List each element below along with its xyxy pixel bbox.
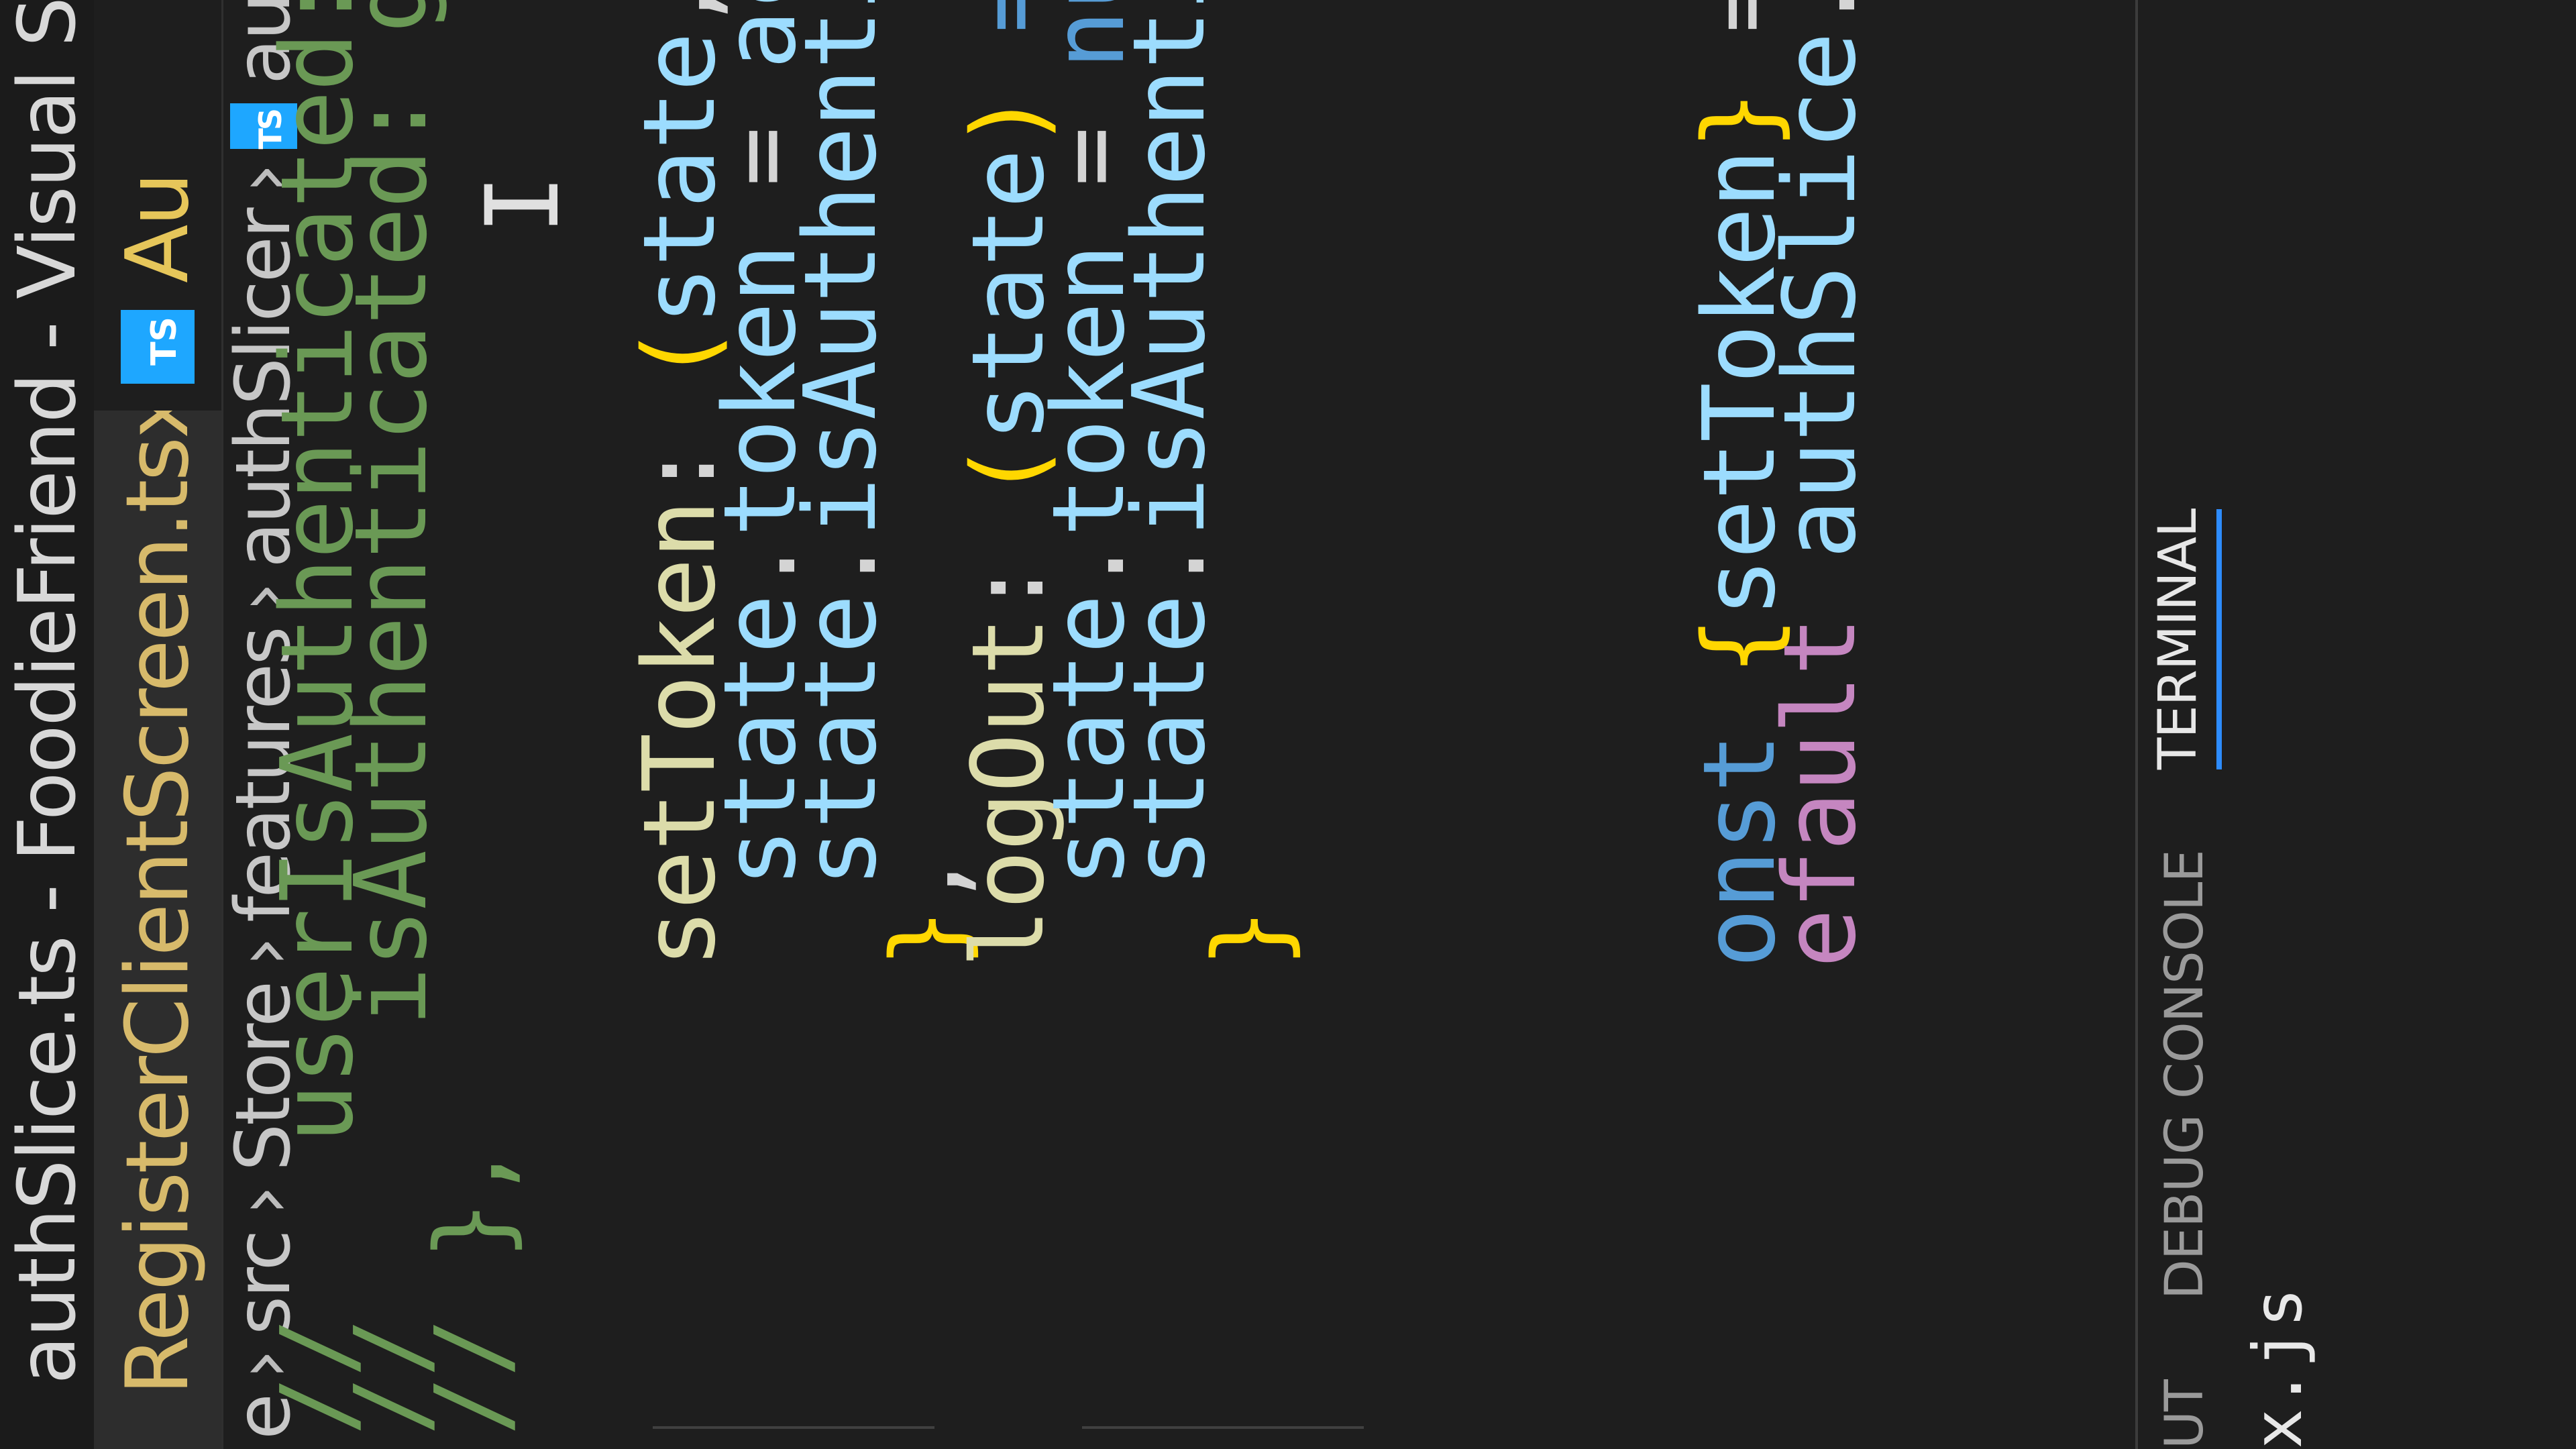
window-title: authSlice.ts - FoodieFriend - Visual Stu…	[1, 0, 93, 1385]
panel-tab-bar: UT DEBUG CONSOLE TERMINAL	[2138, 0, 2232, 1449]
code-line: // },	[414, 1143, 529, 1436]
tab-label: Au	[107, 174, 208, 283]
tab-auth[interactable]: TS Au	[94, 0, 221, 411]
code-editor[interactable]: // userIsAuthenticated: (state, actio //…	[260, 0, 2135, 1449]
tab-label: RegisterClientScreen.tsx	[107, 390, 208, 1395]
typescript-icon: TS	[121, 310, 195, 384]
terminal-output[interactable]: x.js	[2239, 1287, 2317, 1449]
photo-stage: authSlice.ts - FoodieFriend - Visual Stu…	[0, 0, 2576, 1449]
title-bar: authSlice.ts - FoodieFriend - Visual Stu…	[0, 0, 94, 1449]
text-cursor-icon: I	[465, 174, 582, 235]
tab-terminal[interactable]: TERMINAL	[2148, 508, 2222, 770]
code-line: efault authSlice.reducer;	[1762, 0, 1878, 969]
editor-tab-bar: RegisterClientScreen.tsx M TS Au	[94, 0, 223, 1449]
tab-register-client-screen[interactable]: RegisterClientScreen.tsx M	[94, 289, 221, 1449]
tab-output[interactable]: UT	[2155, 1380, 2215, 1449]
bottom-panel: UT DEBUG CONSOLE TERMINAL x.js	[2135, 0, 2576, 1449]
vscode-window: authSlice.ts - FoodieFriend - Visual Stu…	[0, 0, 2576, 1449]
code-line: }	[1192, 910, 1307, 969]
tab-debug-console[interactable]: DEBUG CONSOLE	[2155, 850, 2215, 1299]
